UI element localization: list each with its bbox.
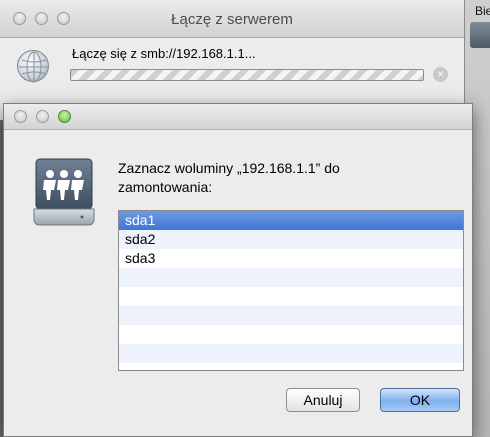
- mount-prompt-line-2: zamontowania:: [118, 179, 213, 195]
- mount-prompt-line-1: Zaznacz woluminy „192.168.1.1” do: [118, 160, 340, 176]
- volume-item-sda2[interactable]: sda2: [119, 230, 463, 249]
- empty-list-row: [119, 344, 463, 363]
- dialog-titlebar[interactable]: [4, 104, 472, 130]
- connecting-window: Łączę z serwerem Łączę się z smb://192.1…: [0, 0, 465, 120]
- connecting-window-titlebar[interactable]: Łączę z serwerem: [0, 0, 464, 38]
- mount-volumes-dialog: Zaznacz woluminy „192.168.1.1” do zamont…: [3, 103, 473, 437]
- dialog-zoom-button[interactable]: [58, 110, 71, 123]
- progress-cancel-icon[interactable]: ×: [433, 67, 448, 82]
- volume-list[interactable]: sda1 sda2 sda3: [118, 210, 464, 371]
- empty-list-row: [119, 325, 463, 344]
- dialog-close-button[interactable]: [14, 110, 27, 123]
- empty-list-row: [119, 268, 463, 287]
- cancel-button[interactable]: Anuluj: [286, 388, 360, 412]
- empty-list-row: [119, 306, 463, 325]
- desktop-item-icon[interactable]: [470, 22, 490, 48]
- dialog-minimize-button[interactable]: [36, 110, 49, 123]
- network-drive-icon: [33, 158, 95, 226]
- connecting-status-text: Łączę się z smb://192.168.1.1...: [72, 46, 256, 61]
- empty-list-row: [119, 287, 463, 306]
- indeterminate-progress-bar: [70, 69, 424, 81]
- volume-item-sda1[interactable]: sda1: [119, 211, 463, 230]
- volume-item-sda3[interactable]: sda3: [119, 249, 463, 268]
- ok-button[interactable]: OK: [380, 388, 460, 412]
- desktop-item-label[interactable]: Bie: [475, 4, 490, 18]
- connecting-window-title: Łączę z serwerem: [171, 11, 293, 28]
- mount-prompt: Zaznacz woluminy „192.168.1.1” do zamont…: [118, 159, 448, 197]
- globe-icon: [17, 50, 49, 83]
